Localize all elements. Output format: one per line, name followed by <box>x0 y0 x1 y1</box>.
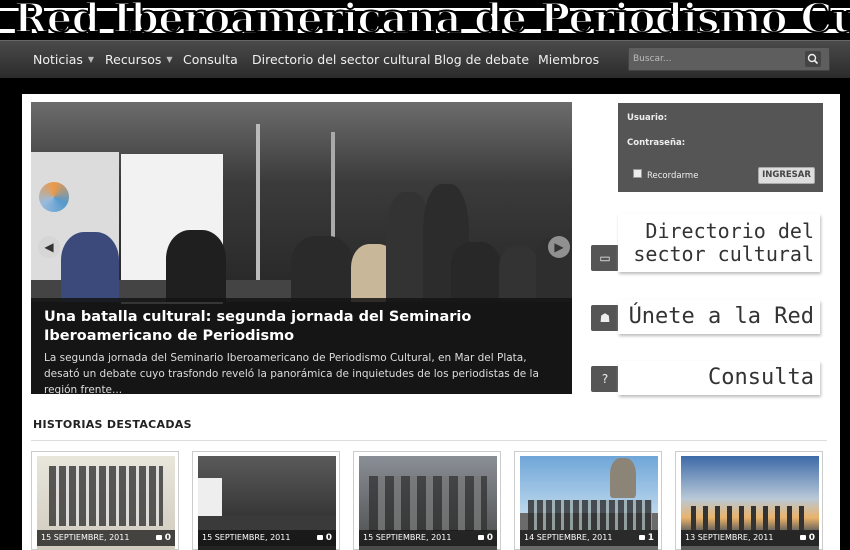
crowd <box>528 500 652 530</box>
book-icon: ▭ <box>591 245 619 271</box>
group-photo <box>49 466 163 526</box>
comment-count[interactable]: 0 <box>316 530 332 546</box>
site-banner[interactable]: Red Iberoamericana de Periodismo Cultura… <box>0 0 850 40</box>
chevron-right-icon: ▶ <box>554 240 564 254</box>
featured-story[interactable]: 15 SEPTIEMBRE, 2011 0 <box>192 451 340 550</box>
promo-card[interactable]: Directorio del sector cultural <box>618 214 820 272</box>
featured-story[interactable]: 15 SEPTIEMBRE, 2011 0 <box>31 451 179 550</box>
section-title: HISTORIAS DESTACADAS <box>33 418 192 431</box>
promo-text: Consulta <box>708 365 814 390</box>
comment-count[interactable]: 0 <box>799 530 815 546</box>
login-box: Usuario: Contraseña: Recordarme INGRESAR <box>618 103 823 192</box>
login-button[interactable]: INGRESAR <box>758 167 815 184</box>
chevron-down-icon: ▼ <box>87 55 95 64</box>
person <box>499 246 539 302</box>
comment-icon <box>316 535 323 540</box>
story-date: 13 SEPTIEMBRE, 2011 <box>685 533 774 542</box>
nav-item-directorio[interactable]: Directorio del sector cultural <box>252 41 430 79</box>
password-label: Contraseña: <box>627 138 686 148</box>
nav-item-recursos[interactable]: Recursos ▼ <box>105 41 173 79</box>
featured-story[interactable]: 14 SEPTIEMBRE, 2011 1 <box>514 451 662 550</box>
slider-next-button[interactable]: ▶ <box>548 236 570 258</box>
search-box <box>628 47 830 71</box>
featured-story[interactable]: 15 SEPTIEMBRE, 2011 0 <box>353 451 501 550</box>
nav-item-blog[interactable]: Blog de debate <box>434 41 529 79</box>
search-icon <box>807 53 819 65</box>
story-meta: 15 SEPTIEMBRE, 2011 0 <box>198 530 336 546</box>
person <box>291 236 353 302</box>
promo-card[interactable]: Únete a la Red <box>618 300 820 334</box>
story-date: 15 SEPTIEMBRE, 2011 <box>363 533 452 542</box>
skyline <box>691 506 809 530</box>
statue <box>610 458 636 498</box>
nav-item-noticias[interactable]: Noticias ▼ <box>33 41 94 79</box>
app-root: Red Iberoamericana de Periodismo Cultura… <box>0 0 850 550</box>
crowd <box>369 476 487 531</box>
slider-caption: Una batalla cultural: segunda jornada de… <box>31 298 572 394</box>
remember-checkbox[interactable] <box>633 169 642 178</box>
question-icon: ? <box>591 366 619 392</box>
section-divider <box>31 440 827 441</box>
nav-item-label: Consulta <box>183 52 238 67</box>
comment-count[interactable]: 1 <box>638 530 654 546</box>
nav-item-label: Recursos <box>105 52 162 67</box>
nav-item-label: Noticias <box>33 52 83 67</box>
slider-prev-button[interactable]: ◀ <box>38 236 60 258</box>
nav-item-miembros[interactable]: Miembros <box>538 41 599 79</box>
promo-text: Directorio del <box>645 219 814 243</box>
username-label: Usuario: <box>627 113 668 123</box>
nav-item-label: Miembros <box>538 52 600 67</box>
nav-item-label: Blog de debate <box>434 52 530 67</box>
story-meta: 14 SEPTIEMBRE, 2011 1 <box>520 530 658 546</box>
table <box>198 516 336 530</box>
pillar <box>256 124 260 302</box>
story-meta: 15 SEPTIEMBRE, 2011 0 <box>37 530 175 546</box>
promo-unete[interactable]: ☗ Únete a la Red <box>591 300 823 334</box>
logo-globe <box>39 182 69 212</box>
comment-count[interactable]: 0 <box>155 530 171 546</box>
featured-story[interactable]: 13 SEPTIEMBRE, 2011 0 <box>675 451 823 550</box>
story-meta: 13 SEPTIEMBRE, 2011 0 <box>681 530 819 546</box>
site-title[interactable]: Red Iberoamericana de Periodismo Cultura… <box>13 0 850 40</box>
slider-photo[interactable] <box>31 102 572 304</box>
search-button[interactable] <box>805 51 821 67</box>
nav-item-consulta[interactable]: Consulta <box>183 41 238 79</box>
users-icon: ☗ <box>591 305 619 331</box>
promo-directorio[interactable]: ▭ Directorio del sector cultural <box>591 214 823 272</box>
nav-item-label: Directorio del sector cultural <box>252 52 431 67</box>
slider-excerpt: La segunda jornada del Seminario Iberoam… <box>44 352 539 394</box>
comment-icon <box>155 535 162 540</box>
main-nav: Noticias ▼ Recursos ▼ Consulta Directorio … <box>0 40 850 78</box>
remember-label: Recordarme <box>647 171 699 181</box>
story-date: 14 SEPTIEMBRE, 2011 <box>524 533 613 542</box>
slider-headline[interactable]: Una batalla cultural: segunda jornada de… <box>44 308 564 346</box>
story-meta: 15 SEPTIEMBRE, 2011 0 <box>359 530 497 546</box>
person <box>61 232 119 302</box>
story-date: 15 SEPTIEMBRE, 2011 <box>41 533 130 542</box>
promo-text: sector cultural <box>633 242 814 266</box>
promo-text: Únete a la Red <box>628 304 814 329</box>
chevron-left-icon: ◀ <box>44 240 54 254</box>
comment-icon <box>799 535 806 540</box>
person <box>166 230 226 302</box>
featured-slider[interactable]: ◀ ▶ Una batalla cultural: segunda jornad… <box>31 102 572 394</box>
promo-card[interactable]: Consulta <box>618 361 820 395</box>
promo-consulta[interactable]: ? Consulta <box>591 361 823 395</box>
chevron-down-icon: ▼ <box>166 55 173 64</box>
comment-icon <box>477 535 484 540</box>
story-date: 15 SEPTIEMBRE, 2011 <box>202 533 291 542</box>
comment-count[interactable]: 0 <box>477 530 493 546</box>
person <box>451 242 501 302</box>
comment-icon <box>638 535 645 540</box>
search-input[interactable] <box>633 50 793 68</box>
